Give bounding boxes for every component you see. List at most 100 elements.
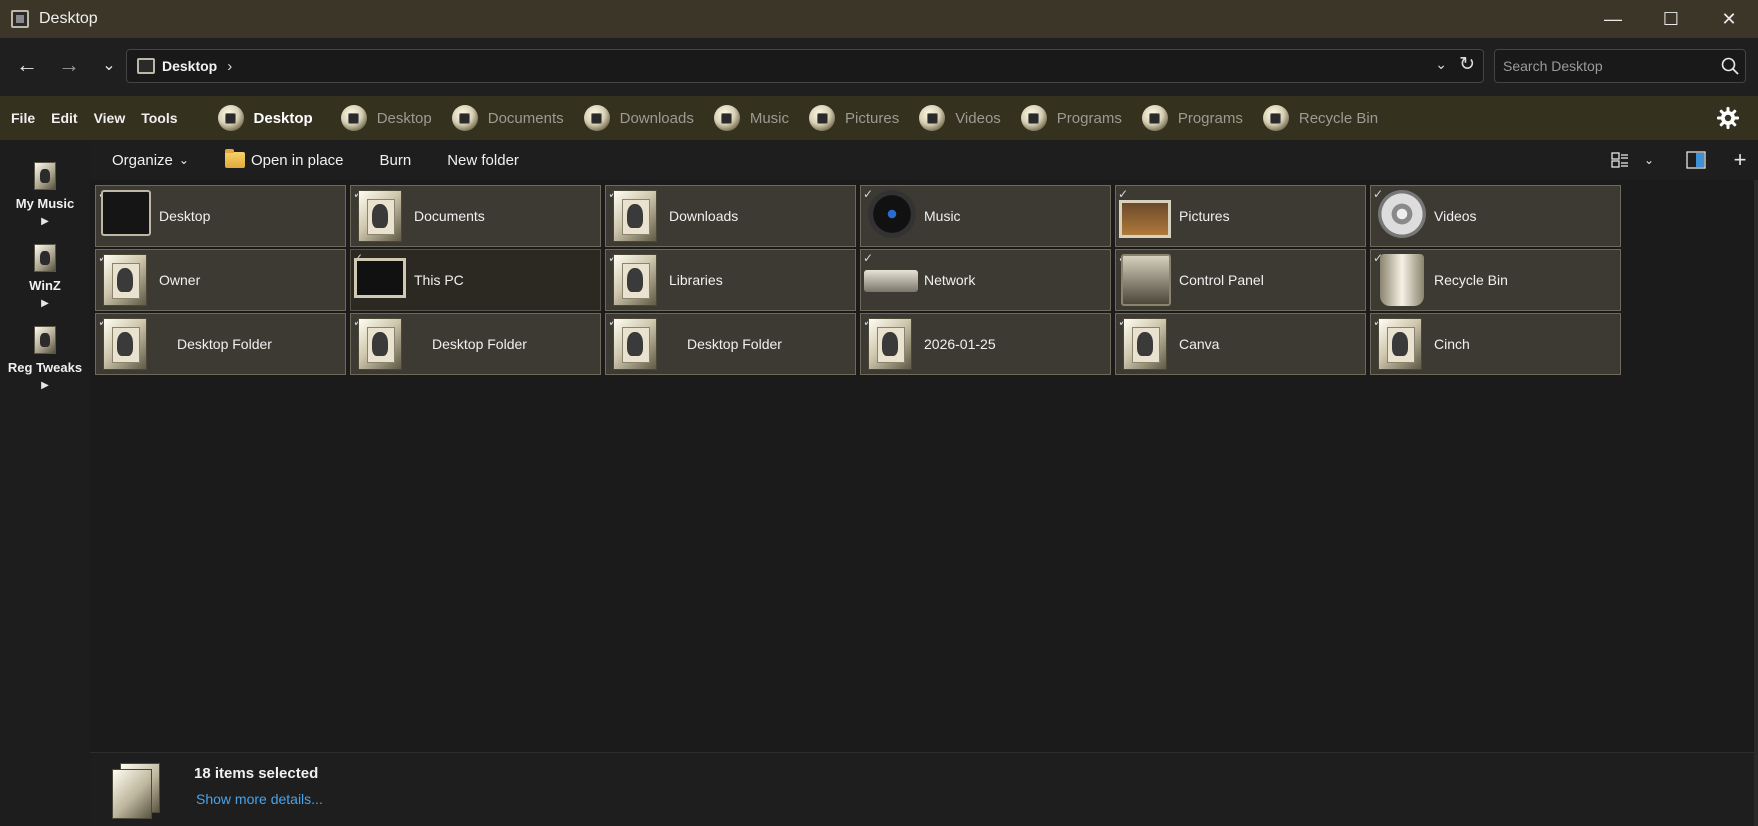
left-pane-item-my-music[interactable]: My Music ▶ <box>0 162 90 227</box>
recent-locations-button[interactable]: ⌄ <box>92 48 126 82</box>
item-grid: ✓ Desktop ✓ Documents ✓ Downloads ✓ Musi… <box>95 185 1621 375</box>
scrollbar[interactable] <box>1754 180 1758 826</box>
address-row: ← → ⌄ Desktop › ⌄ ↻ <box>0 38 1758 96</box>
favorite-desktop[interactable]: Desktop <box>340 96 432 140</box>
left-pane: My Music ▶ WinZ ▶ Reg Tweaks ▶ <box>0 140 90 826</box>
network-icon <box>864 270 918 292</box>
folder-icon <box>358 318 402 370</box>
documents-icon <box>451 105 478 131</box>
downloads-icon <box>613 190 657 242</box>
expand-arrow-icon[interactable]: ▶ <box>0 216 90 227</box>
favorite-desktop-active[interactable]: Desktop <box>217 96 313 140</box>
new-folder-button[interactable]: New folder <box>447 152 519 169</box>
folder-icon <box>34 162 56 190</box>
folder-icon <box>34 326 56 354</box>
item-2026-01-25[interactable]: ✓ 2026-01-25 <box>860 313 1111 375</box>
preview-pane-icon[interactable] <box>1678 140 1714 180</box>
expand-arrow-icon[interactable]: ▶ <box>0 298 90 309</box>
left-pane-item-reg-tweaks[interactable]: Reg Tweaks ▶ <box>0 326 90 391</box>
item-desktop-folder-2[interactable]: ✓ Desktop Folder <box>350 313 601 375</box>
menu-tools[interactable]: Tools <box>133 110 185 126</box>
refresh-button[interactable]: ↻ <box>1459 53 1475 76</box>
organize-button[interactable]: Organize ⌄ <box>112 152 189 169</box>
folder-icon <box>1378 318 1422 370</box>
favorite-programs[interactable]: Programs <box>1020 96 1122 140</box>
left-pane-item-winz[interactable]: WinZ ▶ <box>0 244 90 309</box>
item-downloads[interactable]: ✓ Downloads <box>605 185 856 247</box>
show-more-details-link[interactable]: Show more details... <box>196 791 323 807</box>
item-desktop[interactable]: ✓ Desktop <box>95 185 346 247</box>
folder-icon <box>613 318 657 370</box>
folder-icon <box>34 244 56 272</box>
item-desktop-folder-3[interactable]: ✓ Desktop Folder <box>605 313 856 375</box>
expand-arrow-icon[interactable]: ▶ <box>0 380 90 391</box>
item-this-pc[interactable]: ✓ This PC <box>350 249 601 311</box>
programs-icon <box>1020 105 1047 131</box>
desktop-icon <box>217 105 244 131</box>
favorite-pictures[interactable]: Pictures <box>809 96 899 140</box>
app-icon <box>11 10 29 28</box>
videos-icon <box>919 105 946 131</box>
folder-icon <box>868 318 912 370</box>
change-view-icon[interactable] <box>1602 140 1638 180</box>
file-view: ✓ Desktop ✓ Documents ✓ Downloads ✓ Musi… <box>90 180 1754 752</box>
music-icon <box>713 105 740 131</box>
favorite-recycle-bin[interactable]: Recycle Bin <box>1262 96 1378 140</box>
menu-view[interactable]: View <box>86 110 134 126</box>
favorite-music[interactable]: Music <box>713 96 789 140</box>
item-owner[interactable]: ✓ Owner <box>95 249 346 311</box>
documents-icon <box>358 190 402 242</box>
pictures-icon <box>809 105 836 131</box>
favorite-videos[interactable]: Videos <box>919 96 1001 140</box>
forward-button[interactable]: → <box>52 48 86 82</box>
favorite-programs-2[interactable]: Programs <box>1141 96 1243 140</box>
programs-icon <box>1141 105 1168 131</box>
search-icon[interactable] <box>1715 57 1745 75</box>
desktop-icon <box>137 58 155 74</box>
favorite-documents[interactable]: Documents <box>451 96 564 140</box>
search-input[interactable] <box>1495 58 1715 74</box>
view-options-chevron-icon[interactable]: ⌄ <box>1638 140 1660 180</box>
maximize-button[interactable]: ☐ <box>1642 0 1700 38</box>
selection-thumbnail-icon <box>112 763 162 819</box>
item-recycle-bin[interactable]: ✓ Recycle Bin <box>1370 249 1621 311</box>
item-canva[interactable]: ✓ Canva <box>1115 313 1366 375</box>
menu-file[interactable]: File <box>3 110 43 126</box>
burn-button[interactable]: Burn <box>380 152 412 169</box>
item-desktop-folder-1[interactable]: ✓ Desktop Folder <box>95 313 346 375</box>
item-pictures[interactable]: ✓ Pictures <box>1115 185 1366 247</box>
favorite-downloads[interactable]: Downloads <box>583 96 694 140</box>
menu-favorites-bar: File Edit View Tools Desktop Desktop Doc… <box>0 96 1758 140</box>
music-icon <box>868 190 916 238</box>
pictures-icon <box>1119 200 1171 238</box>
recycle-bin-icon <box>1262 105 1289 131</box>
item-documents[interactable]: ✓ Documents <box>350 185 601 247</box>
chevron-down-icon: ⌄ <box>178 153 189 167</box>
details-pane: 18 items selected Show more details... <box>90 752 1754 826</box>
breadcrumb-chevron-icon[interactable]: › <box>227 58 232 75</box>
minimize-button[interactable]: — <box>1584 0 1642 38</box>
item-cinch[interactable]: ✓ Cinch <box>1370 313 1621 375</box>
address-bar[interactable]: Desktop › ⌄ ↻ <box>126 49 1484 83</box>
selection-count: 18 items selected <box>194 765 319 782</box>
desktop-icon <box>101 190 151 236</box>
close-button[interactable]: ✕ <box>1700 0 1758 38</box>
menu-edit[interactable]: Edit <box>43 110 85 126</box>
settings-gear-icon[interactable] <box>1714 104 1742 132</box>
item-network[interactable]: ✓ Network <box>860 249 1111 311</box>
control-panel-icon <box>1121 254 1171 306</box>
item-control-panel[interactable]: ✓ Control Panel <box>1115 249 1366 311</box>
item-videos[interactable]: ✓ Videos <box>1370 185 1621 247</box>
search-box <box>1494 49 1746 83</box>
folder-icon <box>224 149 245 168</box>
open-in-place-button[interactable]: Open in place <box>224 149 344 169</box>
item-music[interactable]: ✓ Music <box>860 185 1111 247</box>
item-libraries[interactable]: ✓ Libraries <box>605 249 856 311</box>
add-button[interactable]: + <box>1722 140 1758 180</box>
back-button[interactable]: ← <box>10 48 44 82</box>
computer-icon <box>354 258 406 298</box>
breadcrumb-desktop[interactable]: Desktop <box>162 58 217 74</box>
address-dropdown-button[interactable]: ⌄ <box>1435 56 1447 73</box>
videos-icon <box>1378 190 1426 238</box>
command-bar: Organize ⌄ Open in place Burn New folder… <box>90 140 1758 180</box>
